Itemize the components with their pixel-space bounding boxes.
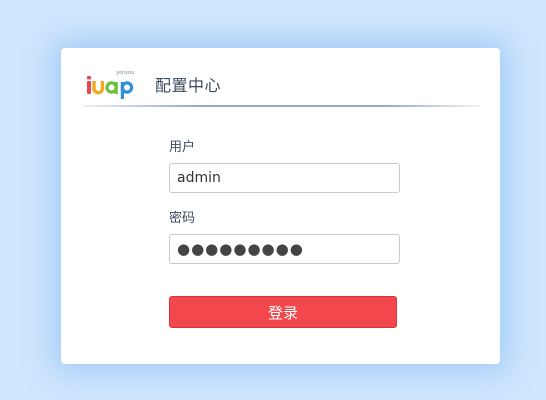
svg-text:yonyou: yonyou — [116, 70, 134, 76]
iuap-logo-graphic: yonyou — [87, 70, 134, 99]
header-divider — [83, 105, 481, 107]
username-input[interactable] — [169, 163, 400, 193]
login-card: yonyou 配置中心 用户 密码 登录 — [61, 48, 500, 364]
password-label: 密码 — [169, 211, 196, 226]
username-label: 用户 — [169, 140, 196, 155]
card-header: yonyou 配置中心 — [61, 48, 500, 107]
page-title: 配置中心 — [155, 76, 222, 95]
password-input[interactable] — [169, 234, 400, 264]
login-button[interactable]: 登录 — [169, 296, 397, 328]
iuap-logo: yonyou — [85, 68, 139, 102]
